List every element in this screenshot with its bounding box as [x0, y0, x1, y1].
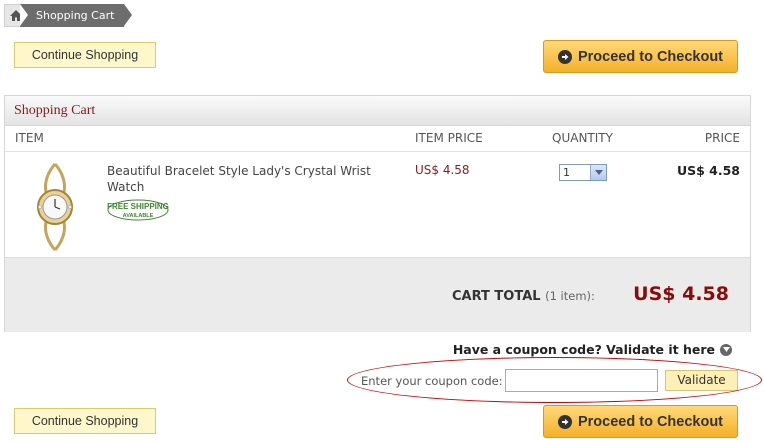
- svg-text:AVAILABLE: AVAILABLE: [123, 213, 154, 219]
- column-header-price: PRICE: [704, 131, 740, 145]
- cart-title: Shopping Cart: [5, 96, 750, 126]
- cart-total-text: CART TOTAL: [452, 289, 541, 304]
- coupon-code-label: Enter your coupon code:: [361, 374, 503, 388]
- svg-text:FREE SHIPPING: FREE SHIPPING: [107, 202, 169, 211]
- continue-shopping-button-top[interactable]: Continue Shopping: [14, 42, 156, 68]
- header-divider: [5, 151, 750, 152]
- arrow-right-icon: [557, 414, 572, 429]
- quantity-value: 1: [563, 166, 570, 179]
- product-name-link[interactable]: Beautiful Bracelet Style Lady's Crystal …: [107, 163, 377, 195]
- proceed-checkout-label: Proceed to Checkout: [577, 413, 724, 430]
- coupon-prompt-link[interactable]: Have a coupon code? Validate it here: [453, 342, 732, 357]
- arrow-right-icon: [557, 49, 572, 64]
- chevron-down-icon[interactable]: [590, 165, 606, 180]
- shopping-cart-panel: Shopping Cart ITEM ITEM PRICE QUANTITY P…: [4, 95, 751, 332]
- coupon-prompt-text: Have a coupon code? Validate it here: [452, 342, 715, 357]
- cart-total-section: CART TOTAL (1 item): US$ 4.58: [5, 257, 750, 332]
- free-shipping-badge: FREE SHIPPING AVAILABLE: [107, 199, 169, 221]
- column-header-quantity: QUANTITY: [552, 131, 613, 145]
- breadcrumb: Shopping Cart: [4, 4, 133, 27]
- expand-down-icon: [720, 343, 732, 356]
- continue-shopping-button-bottom[interactable]: Continue Shopping: [14, 408, 156, 434]
- proceed-checkout-label: Proceed to Checkout: [577, 48, 724, 65]
- proceed-checkout-button-bottom[interactable]: Proceed to Checkout: [543, 405, 738, 438]
- line-total-price: US$ 4.58: [676, 163, 740, 178]
- column-header-item-price: ITEM PRICE: [415, 131, 483, 145]
- cart-item-count: (1 item):: [545, 289, 595, 303]
- quantity-select[interactable]: 1: [559, 164, 607, 181]
- coupon-code-input[interactable]: [505, 369, 658, 392]
- breadcrumb-current: Shopping Cart: [20, 4, 133, 27]
- item-unit-price: US$ 4.58: [415, 163, 470, 177]
- proceed-checkout-button-top[interactable]: Proceed to Checkout: [543, 40, 738, 73]
- product-watch-image[interactable]: [30, 162, 80, 252]
- column-header-item: ITEM: [15, 131, 44, 145]
- cart-total-label: CART TOTAL (1 item):: [452, 289, 595, 304]
- cart-total-amount: US$ 4.58: [633, 283, 729, 305]
- validate-coupon-button[interactable]: Validate: [665, 370, 738, 391]
